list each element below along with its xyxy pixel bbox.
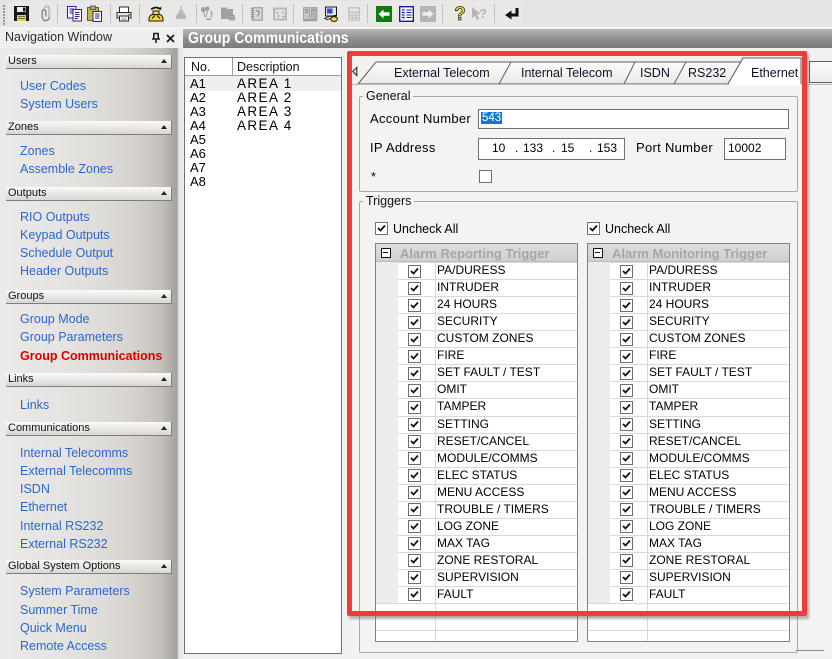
svg-text:?: ? xyxy=(454,4,466,22)
svg-text:?: ? xyxy=(479,6,487,21)
